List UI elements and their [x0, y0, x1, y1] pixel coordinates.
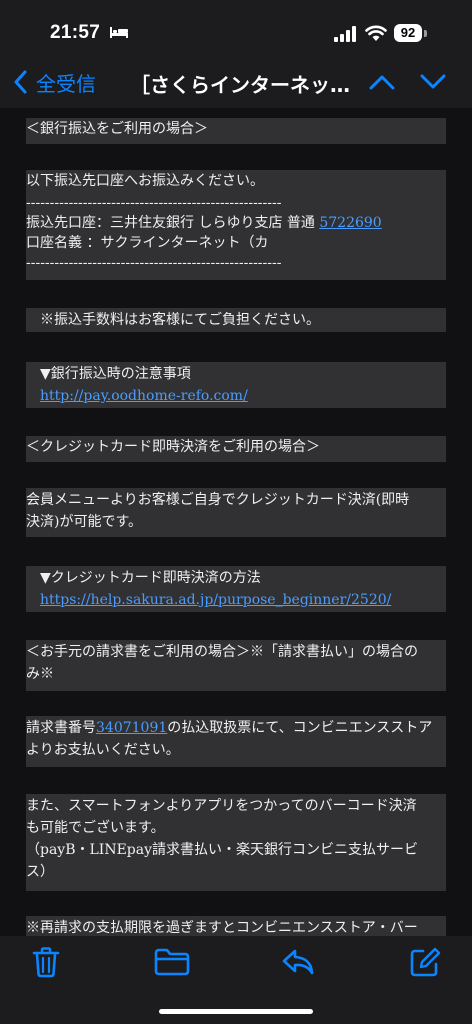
- bank-transfer-intro: 以下振込先口座へお振込みください。: [26, 173, 264, 189]
- credit-method-block: ▼クレジットカード即時決済の方法 https://help.sakura.ad.…: [26, 566, 446, 612]
- trash-icon[interactable]: [31, 946, 61, 978]
- divider-line: ----------------------------------------…: [26, 255, 282, 271]
- message-subject-title: ［さくらインターネッ…: [130, 73, 350, 97]
- invoice-payment-line: よりお支払いください。: [26, 742, 180, 758]
- bank-caution-block: ▼銀行振込時の注意事項 http://pay.oodhome-refo.com/: [26, 362, 446, 408]
- invoice-payment-block: 請求書番号34071091の払込取扱票にて、コンビニエンスストア よりお支払いく…: [26, 716, 446, 767]
- invoice-heading-line: ＜お手元の請求書をご利用の場合＞※「請求書払い」の場合の: [26, 644, 418, 660]
- status-time: 21:57: [50, 22, 101, 43]
- chevron-up-icon[interactable]: [369, 70, 395, 94]
- credit-method-label: ▼クレジットカード即時決済の方法: [40, 570, 261, 586]
- credit-description-line: 会員メニューよりお客様ご自身でクレジットカード決済(即時: [26, 492, 410, 508]
- invoice-number-link[interactable]: 34071091: [96, 720, 167, 736]
- account-prefix: 振込先口座：三井住友銀行 しらゆり支店 普通: [26, 215, 320, 231]
- back-button[interactable]: 全受信: [14, 68, 96, 96]
- credit-heading: ＜クレジットカード即時決済をご利用の場合＞: [26, 439, 320, 455]
- fee-note-block: ※振込手数料はお客様にてご負担ください。: [26, 308, 446, 332]
- chevron-left-icon: [14, 70, 27, 94]
- home-indicator: [159, 1009, 313, 1014]
- app-payment-line: また、スマートフォンよりアプリをつかってのバーコード決済: [26, 798, 417, 814]
- status-bar: 21:57 92: [0, 0, 472, 56]
- credit-method-link[interactable]: https://help.sakura.ad.jp/purpose_beginn…: [40, 591, 446, 610]
- wifi-icon: [365, 25, 387, 41]
- bank-caution-link[interactable]: http://pay.oodhome-refo.com/: [40, 387, 446, 406]
- battery-cap: [424, 30, 427, 37]
- invoice-heading-block: ＜お手元の請求書をご利用の場合＞※「請求書払い」の場合の み※: [26, 640, 446, 691]
- credit-heading-block: ＜クレジットカード即時決済をご利用の場合＞: [26, 436, 446, 462]
- invoice-prefix: 請求書番号: [26, 720, 96, 736]
- bank-transfer-heading: ＜銀行振込をご利用の場合＞: [26, 121, 208, 137]
- rebill-line: ※再請求の支払期限を過ぎますとコンビニエンスストア・バー: [26, 920, 418, 936]
- divider-line: ----------------------------------------…: [26, 195, 282, 211]
- rebill-block: ※再請求の支払期限を過ぎますとコンビニエンスストア・バー: [26, 916, 446, 936]
- app-payment-block: また、スマートフォンよりアプリをつかってのバーコード決済 も可能でございます。 …: [26, 794, 446, 891]
- email-body[interactable]: ＜銀行振込をご利用の場合＞ 以下振込先口座へお振込みください。 --------…: [0, 108, 472, 936]
- folder-icon[interactable]: [154, 948, 190, 976]
- account-number-link[interactable]: 5722690: [319, 215, 381, 231]
- reply-icon[interactable]: [281, 948, 315, 976]
- invoice-heading-line: み※: [26, 666, 54, 682]
- chevron-down-icon[interactable]: [420, 70, 446, 94]
- app-payment-line: （payB・LINEpay請求書払い・楽天銀行コンビニ支払サービ: [26, 842, 419, 858]
- back-button-label: 全受信: [36, 71, 96, 96]
- app-payment-line: ス）: [26, 864, 54, 880]
- app-payment-line: も可能でございます。: [26, 820, 165, 836]
- credit-description-line: 決済)が可能です。: [26, 514, 143, 530]
- invoice-suffix: の払込取扱票にて、コンビニエンスストア: [167, 720, 433, 736]
- account-line: 振込先口座：三井住友銀行 しらゆり支店 普通 5722690: [26, 214, 446, 234]
- battery-indicator: 92: [394, 24, 422, 42]
- bank-transfer-heading-block: ＜銀行振込をご利用の場合＞: [26, 118, 446, 144]
- invoice-number-line: 請求書番号34071091の払込取扱票にて、コンビニエンスストア: [26, 719, 446, 741]
- sleep-focus-icon: [110, 27, 128, 38]
- account-name: 口座名義 ：サクラインターネット（カ: [26, 235, 269, 251]
- credit-description-block: 会員メニューよりお客様ご自身でクレジットカード決済(即時 決済)が可能です。: [26, 488, 446, 537]
- bank-caution-label: ▼銀行振込時の注意事項: [40, 366, 191, 382]
- compose-icon[interactable]: [409, 946, 441, 978]
- fee-note: ※振込手数料はお客様にてご負担ください。: [40, 312, 320, 328]
- cellular-signal-icon: [334, 26, 356, 42]
- bank-account-block: 以下振込先口座へお振込みください。 ----------------------…: [26, 170, 446, 280]
- navigation-bar: 全受信 ［さくらインターネッ…: [0, 56, 472, 108]
